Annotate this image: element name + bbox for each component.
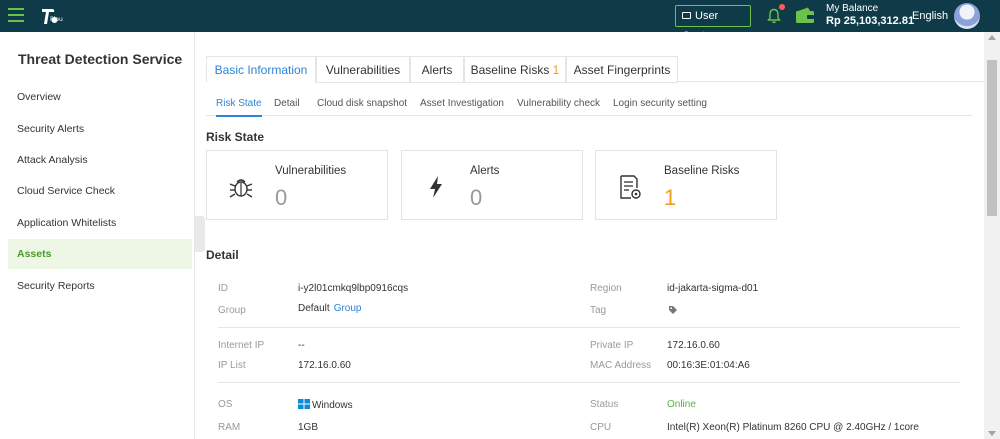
tab-vulnerabilities[interactable]: Vulnerabilities [316, 56, 410, 83]
internet-ip-value: -- [298, 340, 305, 351]
ram-value: 1GB [298, 422, 319, 433]
sidebar-item-attack-analysis[interactable]: Attack Analysis [8, 145, 192, 175]
wallet-icon[interactable] [795, 7, 815, 24]
id-value: i-y2l01cmkq9lbp0916cqs [298, 283, 409, 294]
subtab-asset-investigation[interactable]: Asset Investigation [420, 98, 504, 117]
alerts-card[interactable]: Alerts 0 [401, 150, 583, 220]
tag-label: Tag [590, 305, 607, 316]
main-content: Basic Information Vulnerabilities Alerts… [206, 32, 984, 439]
ram-label: RAM [218, 422, 241, 433]
status-label: Status [590, 399, 619, 410]
scroll-up-arrow-icon[interactable] [988, 35, 996, 40]
avatar[interactable] [954, 3, 980, 29]
lightning-icon [430, 176, 442, 198]
tab-asset-fingerprints[interactable]: Asset Fingerprints [566, 56, 678, 83]
internet-ip-label: Internet IP [218, 340, 265, 351]
group-link[interactable]: Group [334, 303, 362, 314]
scroll-down-arrow-icon[interactable] [988, 431, 996, 436]
sidebar-collapse-handle[interactable] [195, 216, 205, 252]
logo-text: Plou [50, 16, 63, 23]
tag-icon[interactable] [668, 305, 678, 315]
notification-dot [779, 4, 785, 10]
menu-icon[interactable] [8, 8, 24, 22]
sidebar-title: Threat Detection Service [18, 51, 183, 67]
ip-list-label: IP List [218, 360, 246, 371]
vulnerabilities-card-label: Vulnerabilities [275, 165, 347, 177]
sidebar-item-application-whitelists[interactable]: Application Whitelists [8, 208, 192, 238]
baseline-risks-card[interactable]: Baseline Risks 1 [595, 150, 777, 220]
private-ip-label: Private IP [590, 340, 634, 351]
balance-value: Rp 25,103,312.81 [826, 15, 915, 27]
vulnerabilities-card[interactable]: Vulnerabilities 0 [206, 150, 388, 220]
scrollbar-thumb[interactable] [987, 60, 997, 216]
sidebar-item-cloud-service-check[interactable]: Cloud Service Check [8, 176, 192, 206]
subtab-vulnerability-check[interactable]: Vulnerability check [517, 98, 600, 117]
baseline-risks-card-value: 1 [664, 185, 677, 210]
risk-state-heading: Risk State [206, 130, 265, 144]
alerts-card-value: 0 [470, 185, 483, 210]
sidebar: Threat Detection Service Overview Securi… [0, 32, 195, 439]
document-gear-icon [620, 175, 641, 199]
tab-alerts[interactable]: Alerts [410, 56, 464, 83]
sidebar-item-security-reports[interactable]: Security Reports [8, 271, 192, 301]
os-value: Windows [312, 400, 353, 411]
subtab-cloud-disk-snapshot[interactable]: Cloud disk snapshot [317, 98, 407, 117]
subtab-detail[interactable]: Detail [274, 98, 300, 117]
divider [218, 327, 960, 328]
language-selector[interactable]: English [912, 10, 948, 22]
os-value-wrapper: Windows [298, 399, 353, 411]
monitor-icon [682, 11, 691, 19]
os-label: OS [218, 399, 233, 410]
id-label: ID [218, 283, 228, 294]
sidebar-item-security-alerts[interactable]: Security Alerts [8, 114, 192, 144]
bell-icon[interactable] [766, 8, 782, 24]
tab-baseline-risks[interactable]: Baseline Risks 1 [464, 56, 566, 83]
mac-address-value: 00:16:3E:01:04:A6 [667, 360, 750, 371]
subtab-risk-state[interactable]: Risk State [216, 98, 262, 117]
cpu-value: Intel(R) Xeon(R) Platinum 8260 CPU @ 2.4… [667, 422, 919, 433]
mac-address-label: MAC Address [590, 360, 652, 371]
baseline-risks-card-label: Baseline Risks [664, 165, 740, 177]
baseline-risks-count: 1 [552, 63, 560, 77]
subtab-login-security-setting[interactable]: Login security setting [613, 98, 707, 117]
detail-heading: Detail [206, 248, 239, 262]
sidebar-item-overview[interactable]: Overview [8, 82, 192, 112]
group-value-wrapper: Default Group [298, 303, 361, 314]
main-tab-bar: Basic Information Vulnerabilities Alerts… [206, 56, 984, 83]
divider [218, 382, 960, 383]
alerts-card-label: Alerts [470, 165, 500, 177]
sidebar-item-assets[interactable]: Assets [8, 239, 192, 269]
group-label: Group [218, 305, 246, 316]
bug-icon [229, 179, 253, 198]
sub-tab-bar: Risk State Detail Cloud disk snapshot As… [206, 96, 972, 117]
region-value: id-jakarta-sigma-d01 [667, 283, 759, 294]
private-ip-value: 172.16.0.60 [667, 340, 720, 351]
user-center-button[interactable]: User Center [675, 5, 751, 42]
group-value: Default [298, 303, 330, 314]
tab-baseline-risks-label: Baseline Risks [470, 63, 550, 77]
balance-label: My Balance [826, 3, 879, 14]
cpu-label: CPU [590, 422, 612, 433]
top-navigation-bar: Plou User Center My Balance Rp 25,103,31… [0, 0, 1000, 42]
ip-list-value: 172.16.0.60 [298, 360, 351, 371]
vulnerabilities-card-value: 0 [275, 185, 288, 210]
status-value: Online [667, 399, 696, 410]
region-label: Region [590, 283, 622, 294]
tab-basic-information[interactable]: Basic Information [206, 56, 316, 83]
vertical-scrollbar[interactable] [984, 32, 1000, 439]
windows-icon [298, 399, 310, 409]
